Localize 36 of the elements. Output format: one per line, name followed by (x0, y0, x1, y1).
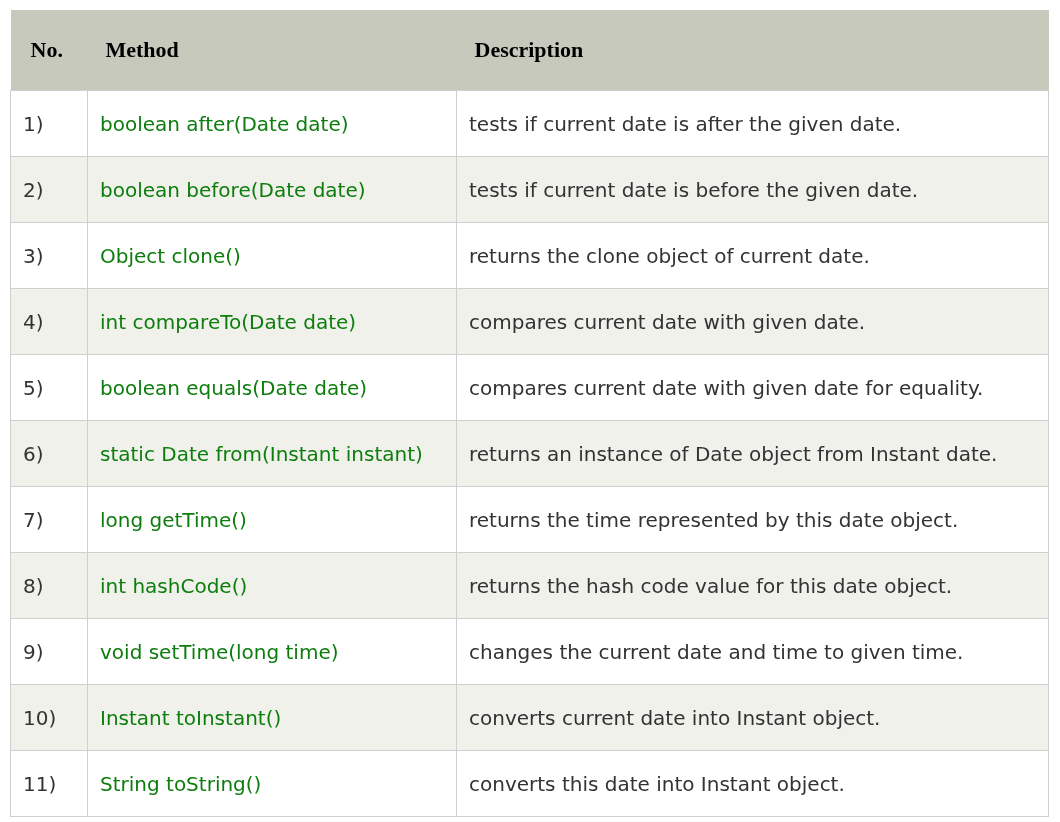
table-cell: tests if current date is after the given date. (456, 90, 1049, 157)
table-cell: tests if current date is before the given date. (456, 156, 1049, 223)
table-cell: returns the time represented by this date object. (456, 486, 1049, 553)
table-cell: 9) (10, 618, 88, 685)
table-cell: String toString() (87, 750, 457, 817)
table-cell: int compareTo(Date date) (87, 288, 457, 355)
table-cell: returns the clone object of current date. (456, 222, 1049, 289)
table-cell: compares current date with given date. (456, 288, 1049, 355)
table-cell: 1) (10, 90, 88, 157)
table-cell: converts current date into Instant object. (456, 684, 1049, 751)
table-cell: boolean equals(Date date) (87, 354, 457, 421)
table-cell: compares current date with given date for equality. (456, 354, 1049, 421)
table-cell: Instant toInstant() (87, 684, 457, 751)
table-cell: long getTime() (87, 486, 457, 553)
table-cell: boolean before(Date date) (87, 156, 457, 223)
table-cell: changes the current date and time to given time. (456, 618, 1049, 685)
table-cell: returns an instance of Date object from Instant date. (456, 420, 1049, 487)
column-header: Description (456, 10, 1049, 91)
table-cell: static Date from(Instant instant) (87, 420, 457, 487)
table-cell: 11) (10, 750, 88, 817)
table-cell: void setTime(long time) (87, 618, 457, 685)
column-header: No. (10, 10, 88, 91)
table-cell: 10) (10, 684, 88, 751)
table-cell: converts this date into Instant object. (456, 750, 1049, 817)
table-cell: 6) (10, 420, 88, 487)
table-cell: 3) (10, 222, 88, 289)
table-cell: boolean after(Date date) (87, 90, 457, 157)
table-cell: int hashCode() (87, 552, 457, 619)
column-header: Method (87, 10, 457, 91)
table-cell: returns the hash code value for this date object. (456, 552, 1049, 619)
table-cell: Object clone() (87, 222, 457, 289)
table-cell: 5) (10, 354, 88, 421)
table-cell: 2) (10, 156, 88, 223)
table-cell: 7) (10, 486, 88, 553)
table-cell: 8) (10, 552, 88, 619)
table-cell: 4) (10, 288, 88, 355)
